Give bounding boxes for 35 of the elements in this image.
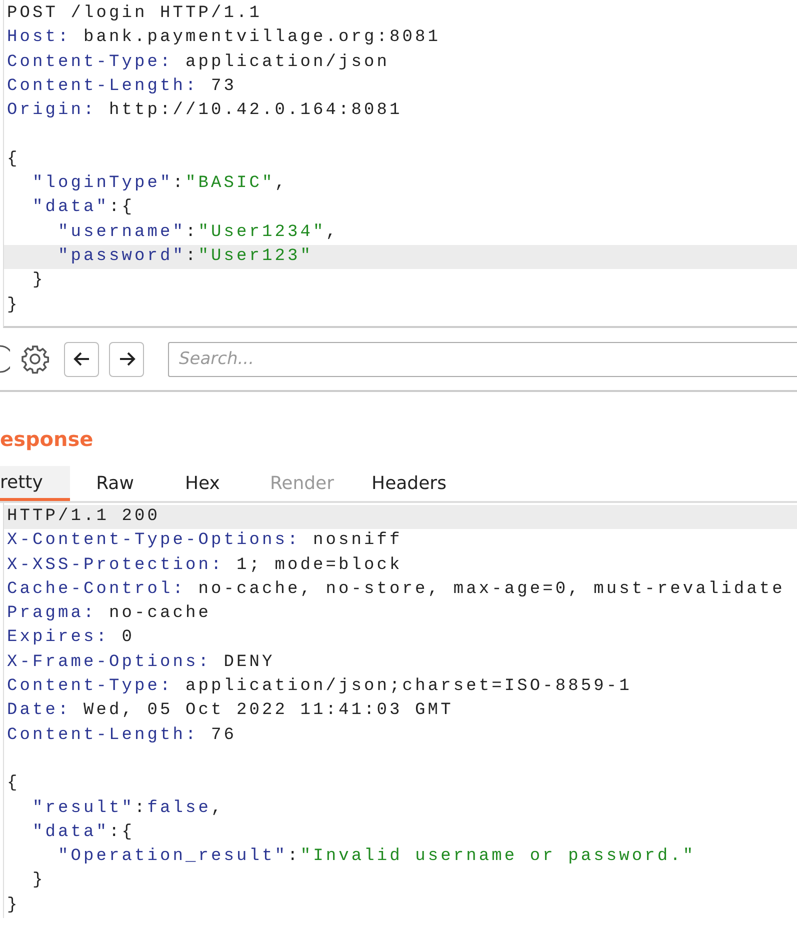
code-line: Content-Type: application/json bbox=[6, 52, 391, 74]
code-line: } bbox=[6, 894, 21, 917]
code-line: Content-Length: 76 bbox=[6, 724, 238, 747]
code-line: "username":"User1234", bbox=[57, 222, 340, 244]
code-line: "result":false, bbox=[32, 798, 225, 820]
code-line: "data":{ bbox=[32, 822, 136, 844]
code-line: Origin: http://10.42.0.164:8081 bbox=[6, 100, 404, 122]
response-tab[interactable]: retty bbox=[0, 466, 70, 501]
code-line: Date: Wed, 05 Oct 2022 11:41:03 GMT bbox=[6, 700, 454, 722]
section-title: esponse bbox=[0, 426, 94, 453]
code-line: "Operation_result":"Invalid username or password." bbox=[57, 846, 697, 868]
code-line: "loginType":"BASIC", bbox=[32, 173, 289, 196]
code-line: Cache-Control: no-cache, no-store, max-age=0, must-revalidate bbox=[6, 578, 786, 601]
code-line: Expires: 0 bbox=[6, 627, 136, 650]
code-line: Host: bank.paymentvillage.org:8081 bbox=[6, 27, 442, 50]
response-tab[interactable]: Raw bbox=[70, 466, 160, 501]
code-line: } bbox=[32, 270, 46, 292]
response-tab[interactable]: Hex bbox=[160, 466, 245, 501]
code-line: X-XSS-Protection: 1; mode=block bbox=[6, 554, 404, 577]
back-button[interactable] bbox=[64, 342, 99, 376]
search-field[interactable]: Search... bbox=[168, 342, 797, 376]
settings-icon[interactable] bbox=[20, 344, 50, 374]
code-line: { bbox=[6, 773, 21, 796]
code-line: Content-Type: application/json;charset=ISO-8859-1 bbox=[6, 676, 633, 698]
code-line: } bbox=[32, 870, 46, 892]
forward-button[interactable] bbox=[109, 342, 144, 376]
code-line: } bbox=[6, 294, 21, 317]
code-line: { bbox=[6, 148, 21, 171]
code-line: POST /login HTTP/1.1 bbox=[6, 3, 264, 25]
code-line: X-Frame-Options: DENY bbox=[6, 652, 276, 674]
code-line: X-Content-Type-Options: nosniff bbox=[6, 530, 404, 552]
response-tab[interactable]: Headers bbox=[359, 466, 459, 501]
code-line: Content-Length: 73 bbox=[6, 76, 238, 98]
code-line: "data":{ bbox=[32, 197, 136, 220]
code-line: Pragma: no-cache bbox=[6, 603, 212, 626]
